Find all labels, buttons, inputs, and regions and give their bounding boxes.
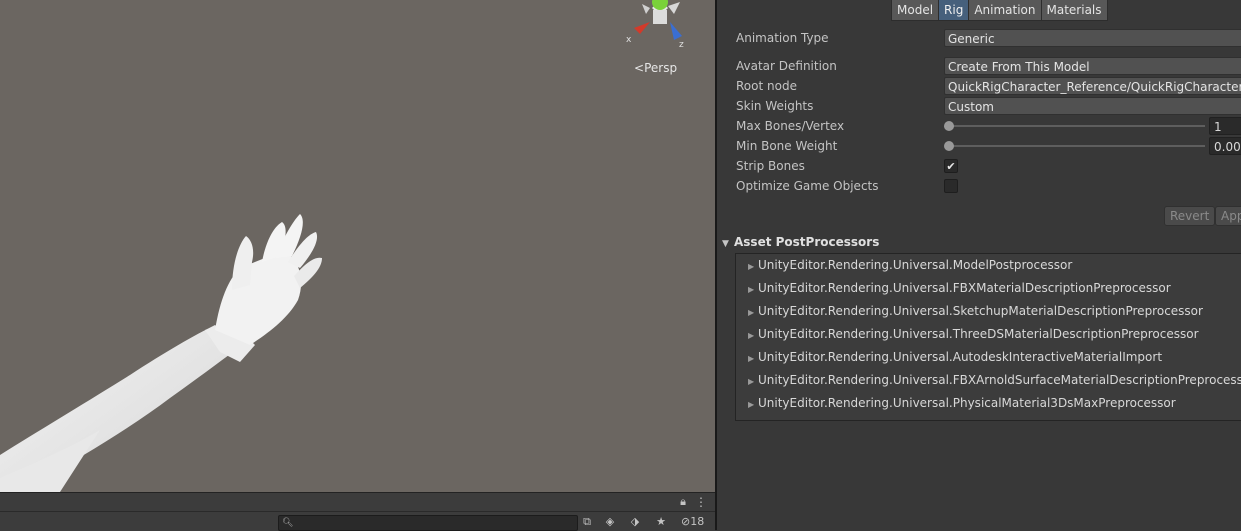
asset-postprocessors-title: Asset PostProcessors <box>734 235 880 249</box>
eye-slash-icon: ⊘ <box>681 515 691 528</box>
foldout-collapsed-icon: ▶ <box>748 400 755 409</box>
list-item[interactable]: ▶ UnityEditor.Rendering.Universal.ModelPo… <box>748 254 1072 277</box>
list-item[interactable]: ▶ UnityEditor.Rendering.Universal.FBXMate… <box>748 277 1171 300</box>
list-item-label: UnityEditor.Rendering.Universal.FBXMater… <box>758 281 1171 295</box>
avatar-definition-label: Avatar Definition <box>736 59 837 73</box>
scene-visibility-icon[interactable]: ⧉ <box>578 514 596 530</box>
postprocessor-list: ▶ UnityEditor.Rendering.Universal.ModelPo… <box>735 253 1241 421</box>
search-icon: 🔍︎ <box>282 518 294 528</box>
animation-type-dropdown[interactable]: Generic <box>944 29 1241 47</box>
list-item[interactable]: ▶ UnityEditor.Rendering.Universal.Sketchu… <box>748 300 1203 323</box>
asset-postprocessors-foldout[interactable]: ▼ Asset PostProcessors <box>722 235 879 249</box>
max-bones-vertex-slider-handle[interactable] <box>944 121 954 131</box>
min-bone-weight-slider-handle[interactable] <box>944 141 954 151</box>
avatar-definition-dropdown[interactable]: Create From This Model <box>944 57 1241 75</box>
list-item[interactable]: ▶ UnityEditor.Rendering.Universal.FBXArno… <box>748 369 1241 392</box>
revert-button[interactable]: Revert <box>1164 206 1216 226</box>
list-item-label: UnityEditor.Rendering.Universal.ThreeDSM… <box>758 327 1199 341</box>
list-item[interactable]: ▶ UnityEditor.Rendering.Universal.ThreeDS… <box>748 323 1199 346</box>
max-bones-vertex-field[interactable]: 1 <box>1209 117 1241 135</box>
more-options-icon[interactable]: ⋮ <box>695 495 707 509</box>
scene-view[interactable]: x z <Persp <box>0 0 715 492</box>
import-settings-tabs: Model Rig Animation Materials <box>891 0 1108 21</box>
filter-by-type-icon[interactable]: ◈ <box>601 514 619 530</box>
foldout-expanded-icon: ▼ <box>722 239 729 249</box>
root-node-label: Root node <box>736 79 797 93</box>
max-bones-vertex-slider[interactable] <box>949 125 1205 127</box>
hidden-count: 18 <box>690 515 705 528</box>
persp-label: Persp <box>644 61 678 75</box>
tab-animation[interactable]: Animation <box>968 0 1042 21</box>
animation-type-label: Animation Type <box>736 31 829 45</box>
root-node-dropdown[interactable]: QuickRigCharacter_Reference/QuickRigChar… <box>944 77 1241 95</box>
strip-bones-label: Strip Bones <box>736 159 805 173</box>
list-item-label: UnityEditor.Rendering.Universal.Sketchup… <box>758 304 1203 318</box>
gizmo-z-label: z <box>679 40 684 50</box>
min-bone-weight-label: Min Bone Weight <box>736 139 838 153</box>
hidden-objects-toggle[interactable]: ⊘18 <box>681 514 704 530</box>
foldout-collapsed-icon: ▶ <box>748 262 755 271</box>
foldout-collapsed-icon: ▶ <box>748 377 755 386</box>
strip-bones-checkbox[interactable]: ✔ <box>944 159 958 173</box>
orientation-gizmo[interactable]: x z <box>620 0 690 50</box>
perspective-icon: < <box>634 61 645 75</box>
gizmo-x-label: x <box>626 35 632 45</box>
list-item-label: UnityEditor.Rendering.Universal.ModelPos… <box>758 258 1073 272</box>
bottom-toolbar-top-row: 🔒︎ ⋮ <box>0 493 715 512</box>
list-item-label: UnityEditor.Rendering.Universal.Physical… <box>758 396 1176 410</box>
persp-toggle[interactable]: <Persp <box>634 61 677 75</box>
label-tag-icon[interactable]: ⬗ <box>626 514 644 530</box>
optimize-game-objects-label: Optimize Game Objects <box>736 179 879 193</box>
lock-icon[interactable]: 🔒︎ <box>676 495 690 509</box>
foldout-collapsed-icon: ▶ <box>748 285 755 294</box>
search-input[interactable]: 🔍︎ <box>278 515 578 531</box>
list-item[interactable]: ▶ UnityEditor.Rendering.Universal.Autodes… <box>748 346 1162 369</box>
bottom-toolbar: 🔒︎ ⋮ 🔍︎ ⧉ ◈ ⬗ ★ ⊘18 <box>0 492 715 531</box>
foldout-collapsed-icon: ▶ <box>748 354 755 363</box>
skin-weights-dropdown[interactable]: Custom <box>944 97 1241 115</box>
min-bone-weight-field[interactable]: 0.00 <box>1209 137 1241 155</box>
tab-model[interactable]: Model <box>891 0 940 21</box>
min-bone-weight-slider[interactable] <box>949 145 1205 147</box>
hand-model <box>0 214 322 492</box>
apply-button[interactable]: App <box>1215 206 1241 226</box>
checkmark-icon: ✔ <box>946 160 956 173</box>
max-bones-vertex-label: Max Bones/Vertex <box>736 119 845 133</box>
optimize-game-objects-checkbox[interactable] <box>944 179 958 193</box>
list-item[interactable]: ▶ UnityEditor.Rendering.Universal.Physica… <box>748 392 1176 415</box>
foldout-collapsed-icon: ▶ <box>748 308 755 317</box>
foldout-collapsed-icon: ▶ <box>748 331 755 340</box>
list-item-label: UnityEditor.Rendering.Universal.FBXArnol… <box>758 373 1241 387</box>
skin-weights-label: Skin Weights <box>736 99 814 113</box>
list-item-label: UnityEditor.Rendering.Universal.Autodesk… <box>758 350 1163 364</box>
tab-materials[interactable]: Materials <box>1040 0 1108 21</box>
favorite-star-icon[interactable]: ★ <box>652 514 670 530</box>
tab-rig[interactable]: Rig <box>938 0 970 21</box>
